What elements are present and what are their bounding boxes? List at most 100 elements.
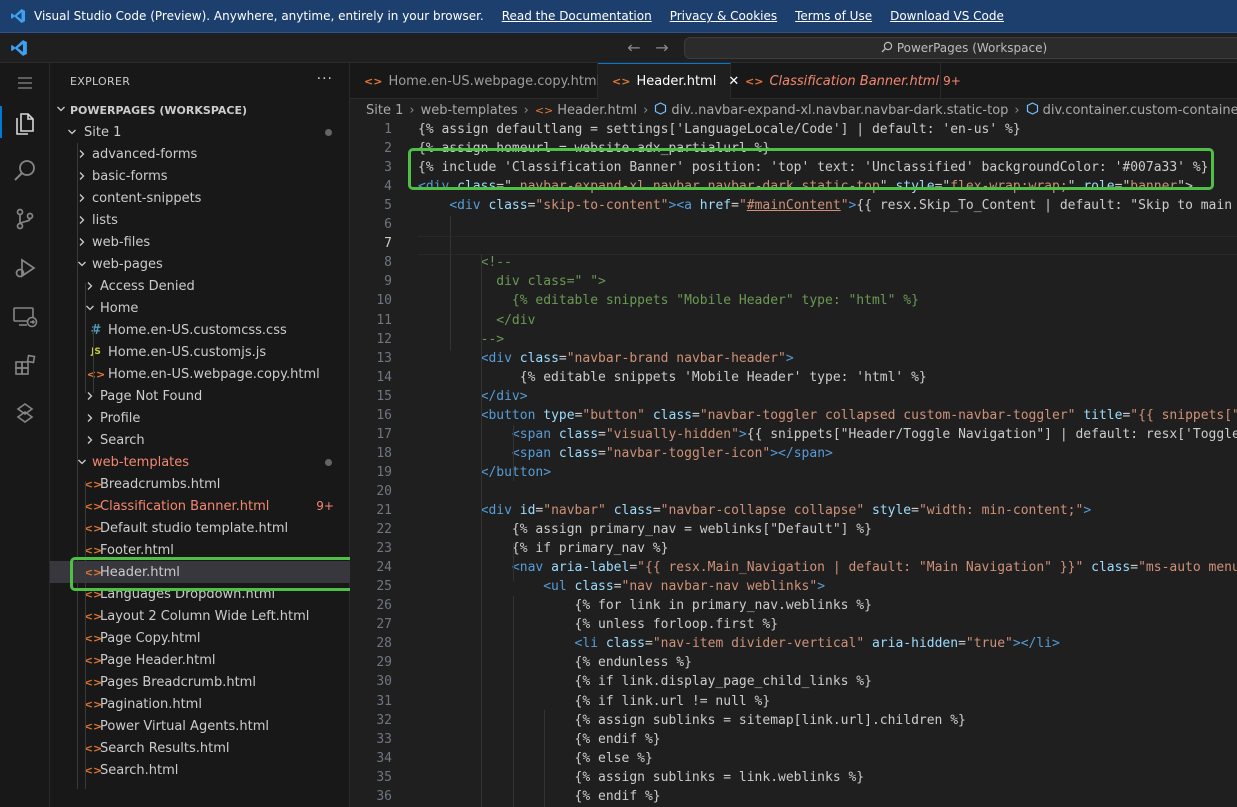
code-line[interactable]: {% assign primary_nav = weblinks["Defaul… <box>418 522 872 537</box>
tree-item[interactable]: Home <box>50 297 350 319</box>
run-debug-icon[interactable] <box>0 248 50 288</box>
code-line[interactable]: {% if primary_nav %} <box>418 541 669 557</box>
code-line[interactable]: <button type="button" class="navbar-togg… <box>418 408 1237 423</box>
tree-item[interactable]: <> Page Copy.html <box>50 627 350 649</box>
app-logo-icon[interactable] <box>10 39 28 57</box>
breadcrumb-item[interactable]: div..navbar-expand-xl.navbar.navbar-dark… <box>671 103 1008 118</box>
menu-icon[interactable] <box>0 63 50 103</box>
code-line[interactable]: <li class="nav-item divider-vertical" ar… <box>418 636 1060 651</box>
code-line[interactable]: {% assign sublinks = link.weblinks %} <box>418 770 865 785</box>
code-line[interactable]: {% endif %} <box>418 789 661 804</box>
code-line[interactable]: {% if link.url != null %} <box>418 694 771 709</box>
tree-item[interactable]: <> Pages Breadcrumb.html <box>50 671 350 693</box>
explorer-icon[interactable] <box>0 102 50 142</box>
tree-item-label: Access Denied <box>100 278 195 294</box>
breadcrumb-item[interactable]: Header.html <box>557 103 637 118</box>
code-editor[interactable]: 1 {% assign defaultlang = settings['Langu… <box>350 121 1237 807</box>
more-actions-icon[interactable]: ··· <box>317 71 333 87</box>
tree-item[interactable]: lists <box>50 209 350 231</box>
search-icon[interactable] <box>0 151 50 191</box>
code-token: {% if primary_nav %} <box>418 541 669 557</box>
tab-classification-banner[interactable]: <> Classification Banner.html 9+ <box>731 63 961 99</box>
power-platform-icon[interactable] <box>0 393 50 433</box>
tree-item[interactable]: Search <box>50 429 350 451</box>
code-line[interactable]: <!-- <box>418 255 512 270</box>
code-line[interactable]: </div <box>418 313 535 328</box>
tree-item[interactable]: <> Default studio template.html <box>50 517 350 539</box>
command-center[interactable]: PowerPages (Workspace) <box>684 37 1237 59</box>
code-line[interactable]: <div class="skip-to-content"><a href="#m… <box>418 198 1237 213</box>
code-token: "nav navbar-nav weblinks" <box>621 579 818 595</box>
code-line[interactable]: </button> <box>418 465 551 480</box>
breadcrumb-item[interactable]: div.container.custom-container <box>1043 103 1237 118</box>
code-token: class <box>574 579 614 595</box>
forward-arrow-icon[interactable]: → <box>652 38 672 58</box>
code-line[interactable]: {% editable snippets 'Mobile Header' typ… <box>418 370 927 385</box>
code-line[interactable]: <span class="visually-hidden">{{ snippet… <box>418 427 1237 442</box>
tab-header[interactable]: <> Header.html ✕ <box>598 63 739 99</box>
code-line[interactable]: </div> <box>418 389 528 404</box>
code-token: > <box>1083 503 1092 518</box>
explorer-sidebar: EXPLORER ··· POWERPAGES (WORKSPACE) Site… <box>50 63 350 807</box>
workspace-header[interactable]: POWERPAGES (WORKSPACE) <box>50 99 350 121</box>
tree-item[interactable]: basic-forms <box>50 165 350 187</box>
code-token: = <box>1130 560 1139 576</box>
tree-item[interactable]: Profile <box>50 407 350 429</box>
tree-item[interactable]: <> Search.html <box>50 759 350 781</box>
code-line[interactable]: {% if link.display_page_child_links %} <box>418 674 872 689</box>
code-token: {% endunless %} <box>418 655 692 671</box>
tree-item[interactable]: Access Denied <box>50 275 350 297</box>
code-line[interactable]: <nav aria-label="{{ resx.Main_Navigation… <box>418 560 1237 575</box>
tree-item[interactable]: <> Classification Banner.html 9+ <box>50 495 350 517</box>
terms-link[interactable]: Terms of Use <box>795 9 872 23</box>
tree-item[interactable]: web-pages <box>50 253 350 275</box>
tree-item-label: Home <box>100 300 139 316</box>
tree-item[interactable]: web-templates <box>50 451 350 473</box>
code-line[interactable]: <ul class="nav navbar-nav weblinks"> <box>418 579 825 594</box>
tree-item[interactable]: # Home.en-US.customcss.css <box>50 319 350 341</box>
code-line[interactable]: {% assign sublinks = sitemap[link.url].c… <box>418 713 966 728</box>
tree-item[interactable]: <> Pagination.html <box>50 693 350 715</box>
code-line[interactable]: --> <box>418 332 504 347</box>
code-token: --> <box>480 331 505 347</box>
code-line[interactable]: {% unless forloop.first %} <box>418 617 779 632</box>
code-line[interactable]: {% for link in primary_nav.weblinks %} <box>418 598 872 613</box>
tree-item[interactable]: advanced-forms <box>50 143 350 165</box>
tree-item[interactable]: content-snippets <box>50 187 350 209</box>
code-line[interactable]: <div id="navbar" class="navbar-collapse … <box>418 503 1092 518</box>
code-line[interactable]: div class=" "> <box>418 274 606 289</box>
tree-item[interactable]: Page Not Found <box>50 385 350 407</box>
tree-item[interactable]: JS Home.en-US.customjs.js <box>50 341 350 363</box>
tab-label: Classification Banner.html <box>769 73 940 89</box>
code-line[interactable]: {% endunless %} <box>418 655 692 670</box>
read-docs-link[interactable]: Read the Documentation <box>502 9 652 23</box>
source-control-icon[interactable] <box>0 199 50 239</box>
code-token: {% editable snippets 'Mobile Header' typ… <box>418 369 927 385</box>
tree-item[interactable]: <> Breadcrumbs.html <box>50 473 350 495</box>
tree-item[interactable]: <> Layout 2 Column Wide Left.html <box>50 605 350 627</box>
download-link[interactable]: Download VS Code <box>890 9 1004 23</box>
tree-item[interactable]: <> Page Header.html <box>50 649 350 671</box>
privacy-link[interactable]: Privacy & Cookies <box>670 9 777 23</box>
code-line[interactable]: <div class="navbar-brand navbar-header"> <box>418 351 794 366</box>
remote-explorer-icon[interactable] <box>0 297 50 337</box>
code-line[interactable]: {% endif %} <box>418 732 661 747</box>
code-line[interactable]: {% else %} <box>418 751 653 766</box>
js-file-icon: JS <box>91 347 101 357</box>
tree-item[interactable]: <> Home.en-US.webpage.copy.html <box>50 363 350 385</box>
tree-item[interactable]: Site 1 <box>50 121 350 143</box>
tree-item-label: Classification Banner.html <box>100 498 270 514</box>
breadcrumb-item[interactable]: Site 1 <box>366 103 403 118</box>
back-arrow-icon[interactable]: ← <box>624 38 644 58</box>
tab-home-webpage[interactable]: <> Home.en-US.webpage.copy.html <box>350 63 600 99</box>
breadcrumb-item[interactable]: web-templates <box>421 103 518 118</box>
extensions-icon[interactable] <box>0 345 50 385</box>
tree-item[interactable]: <> Power Virtual Agents.html <box>50 715 350 737</box>
code-line[interactable]: {% editable snippets "Mobile Header" typ… <box>418 293 919 308</box>
tree-item[interactable]: <> Search Results.html <box>50 737 350 759</box>
tree-item[interactable]: web-files <box>50 231 350 253</box>
code-line[interactable]: {% assign defaultlang = settings['Langua… <box>418 122 1021 137</box>
